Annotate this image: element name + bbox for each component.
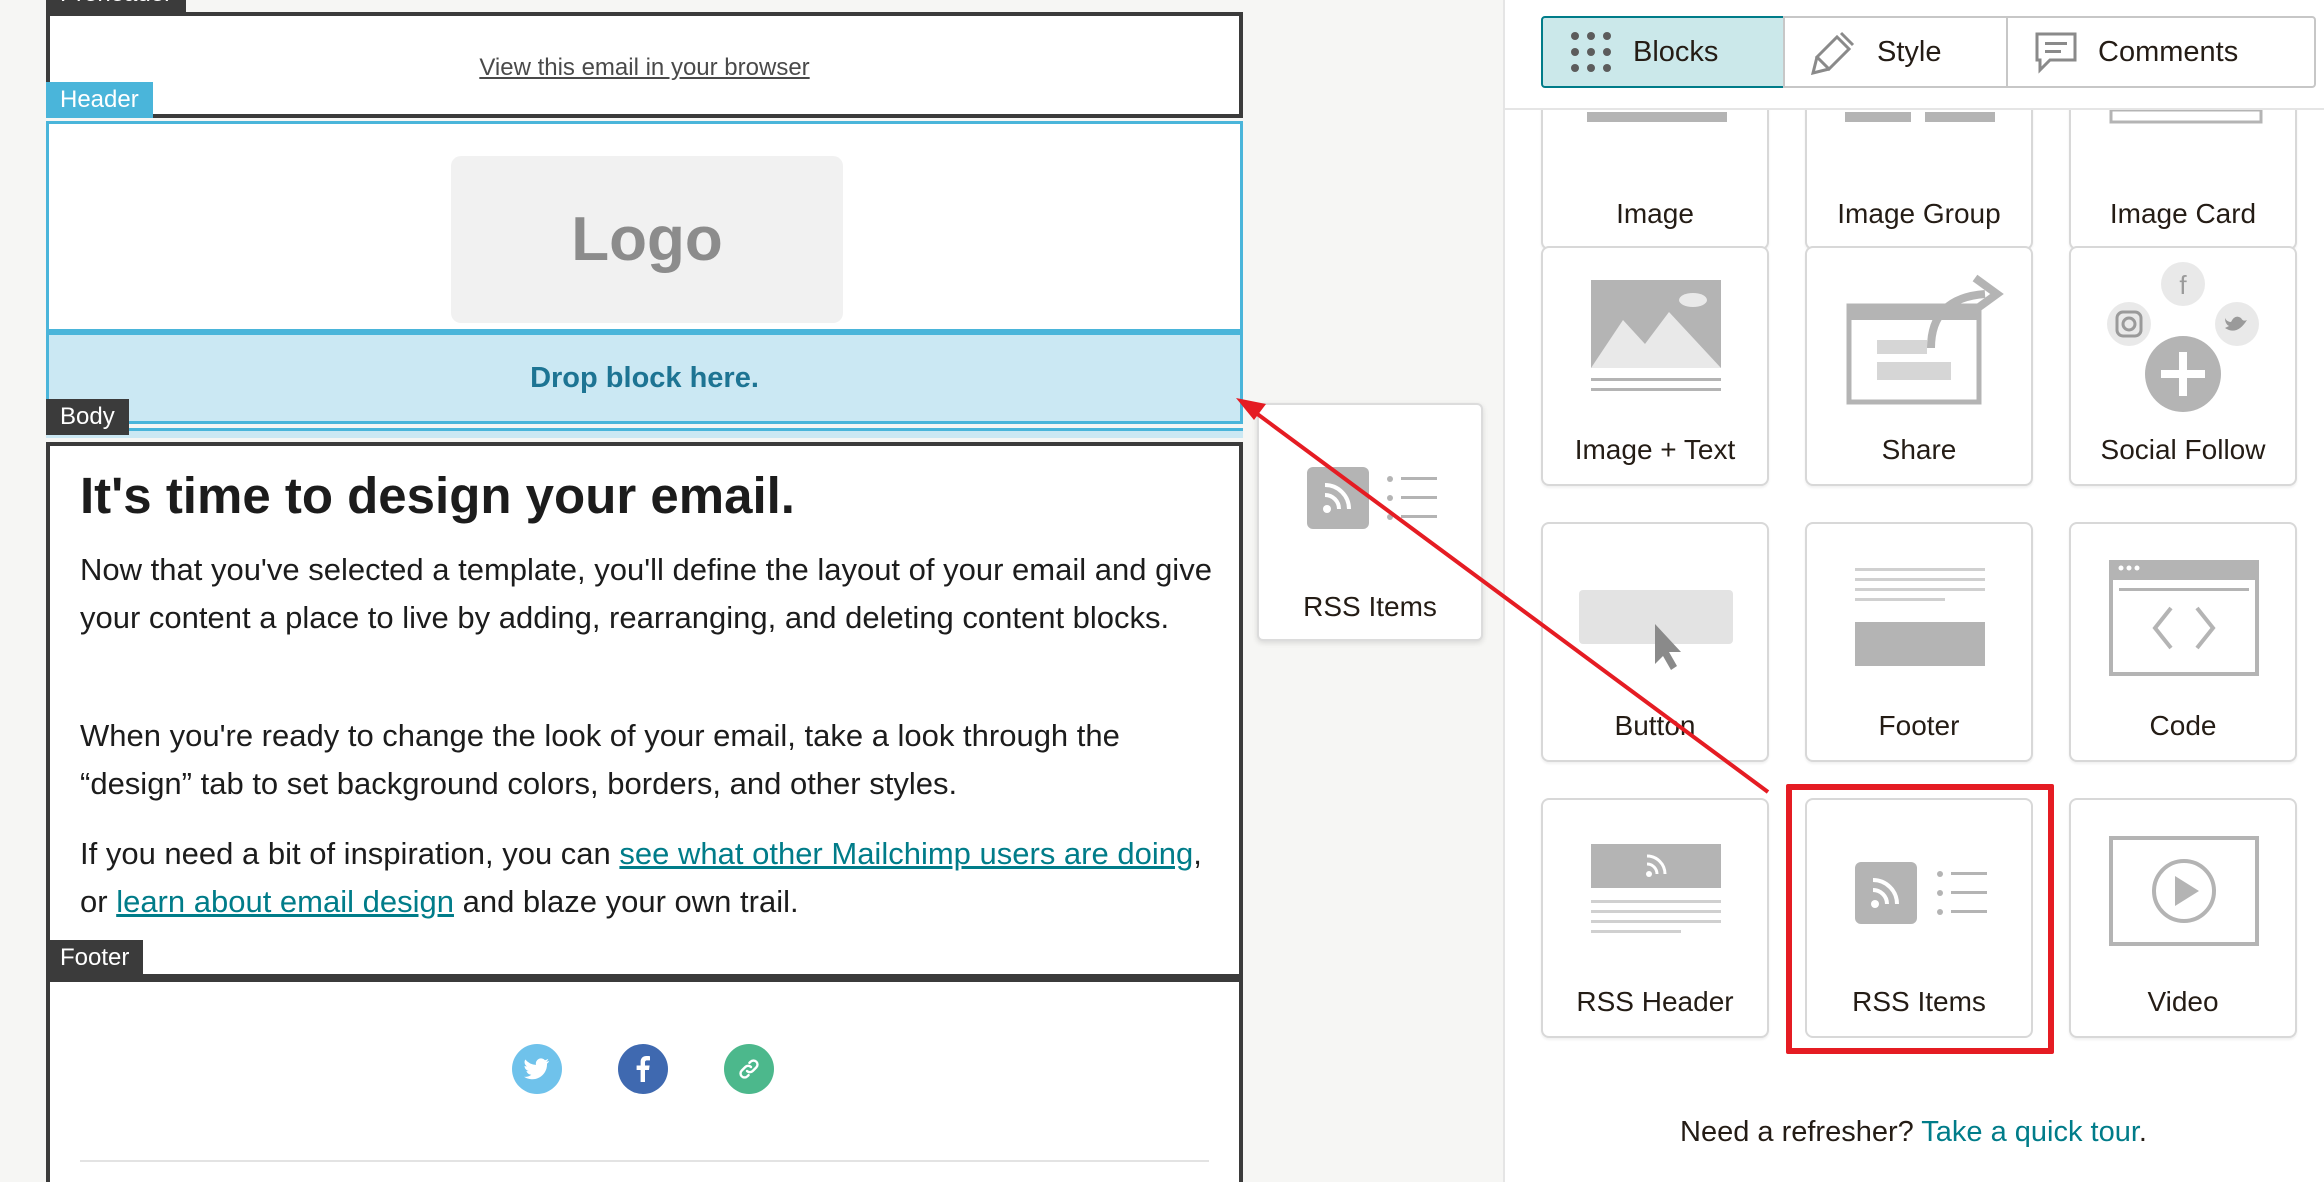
dragged-rss-items-block[interactable]: RSS Items — [1257, 403, 1483, 641]
footer-block-icon — [1855, 568, 1985, 666]
block-image-text-label: Image + Text — [1574, 434, 1736, 465]
body-heading[interactable]: It's time to design your email. — [80, 466, 795, 525]
code-icon — [2109, 560, 2259, 676]
image-icon — [1587, 112, 1727, 122]
footer-section[interactable] — [46, 978, 1243, 1182]
rss-header-icon — [1591, 844, 1721, 933]
header-tag: Header — [46, 82, 153, 118]
block-social-follow-label: Social Follow — [2100, 434, 2266, 465]
block-footer[interactable]: Footer — [1805, 522, 2033, 762]
block-footer-label: Footer — [1878, 710, 1960, 741]
block-share[interactable]: Share — [1805, 246, 2033, 486]
rss-items-icon — [1307, 467, 1437, 529]
refresher-text: Need a refresher? Take a quick tour. — [1503, 1116, 2324, 1149]
body-paragraph-3[interactable]: If you need a bit of inspiration, you ca… — [80, 830, 1215, 926]
twitter-icon[interactable] — [512, 1044, 562, 1094]
block-rss-items-label: RSS Items — [1852, 986, 1986, 1017]
block-social-follow[interactable]: f Social Follow — [2069, 246, 2297, 486]
mailchimp-users-link[interactable]: see what other Mailchimp users are doing — [619, 836, 1193, 871]
rss-items-icon — [1855, 862, 1987, 924]
link-icon[interactable] — [724, 1044, 774, 1094]
paint-icon — [1811, 31, 1855, 75]
tab-style[interactable]: Style — [1783, 16, 2008, 88]
body-paragraph-2[interactable]: When you're ready to change the look of … — [80, 712, 1215, 808]
share-icon — [1846, 274, 2004, 405]
drop-zone[interactable]: Drop block here. — [46, 332, 1243, 424]
tab-style-label: Style — [1877, 35, 1942, 68]
block-image-text[interactable]: Image + Text — [1541, 246, 1769, 486]
tab-comments-label: Comments — [2098, 35, 2239, 68]
image-group-icon — [1845, 112, 1995, 122]
para3-suffix: and blaze your own trail. — [453, 884, 799, 919]
social-follow-icon: f — [2107, 262, 2259, 412]
body-tag: Body — [46, 399, 129, 435]
svg-text:f: f — [2179, 270, 2187, 300]
tab-blocks[interactable]: Blocks — [1541, 16, 1785, 88]
preheader-tag: Preheader — [46, 0, 187, 12]
block-button[interactable]: Button — [1541, 522, 1769, 762]
blocks-grid: Image Image Group Image Card Image + Tex… — [1505, 110, 2324, 1070]
facebook-icon[interactable] — [618, 1044, 668, 1094]
refresher-prefix: Need a refresher? — [1680, 1116, 1922, 1148]
button-icon — [1579, 590, 1733, 670]
footer-tag: Footer — [46, 940, 144, 976]
block-rss-header-label: RSS Header — [1576, 986, 1734, 1017]
body-section[interactable]: It's time to design your email. Now that… — [46, 442, 1243, 978]
block-share-label: Share — [1881, 434, 1957, 465]
right-panel: Blocks Style Comments Image Image Group … — [1503, 0, 2324, 1182]
email-design-link[interactable]: learn about email design — [116, 884, 454, 919]
logo-placeholder[interactable]: Logo — [451, 156, 843, 323]
comment-icon — [2035, 32, 2077, 74]
preheader-section[interactable]: View this email in your browser — [46, 12, 1243, 118]
block-video-label: Video — [2147, 986, 2219, 1017]
block-image[interactable]: Image — [1541, 110, 1769, 250]
grid-icon — [1571, 32, 1611, 72]
block-image-group-label: Image Group — [1837, 198, 2001, 229]
view-in-browser-link[interactable]: View this email in your browser — [50, 54, 1239, 82]
image-card-icon — [2109, 110, 2263, 124]
block-rss-header[interactable]: RSS Header — [1541, 798, 1769, 1038]
para3-prefix: If you need a bit of inspiration, you ca… — [80, 836, 620, 871]
block-code[interactable]: Code — [2069, 522, 2297, 762]
tab-comments[interactable]: Comments — [2006, 16, 2316, 88]
block-image-label: Image — [1616, 198, 1694, 229]
block-image-group[interactable]: Image Group — [1805, 110, 2033, 250]
block-rss-items[interactable]: RSS Items — [1805, 798, 2033, 1038]
panel-tabs: Blocks Style Comments — [1541, 16, 2316, 88]
block-button-label: Button — [1614, 710, 1696, 741]
image-text-icon — [1591, 280, 1721, 391]
header-section[interactable]: Logo — [46, 121, 1243, 332]
tab-blocks-label: Blocks — [1633, 35, 1719, 68]
drop-zone-divider — [46, 428, 1243, 438]
quick-tour-link[interactable]: Take a quick tour — [1921, 1116, 2139, 1148]
refresher-end: . — [2138, 1116, 2147, 1148]
block-image-card[interactable]: Image Card — [2069, 110, 2297, 250]
block-video[interactable]: Video — [2069, 798, 2297, 1038]
footer-divider — [80, 1160, 1209, 1162]
body-paragraph-1[interactable]: Now that you've selected a template, you… — [80, 546, 1215, 642]
block-code-label: Code — [2149, 710, 2217, 741]
drag-preview-label: RSS Items — [1303, 591, 1437, 622]
block-image-card-label: Image Card — [2109, 198, 2257, 229]
video-icon — [2109, 836, 2259, 946]
